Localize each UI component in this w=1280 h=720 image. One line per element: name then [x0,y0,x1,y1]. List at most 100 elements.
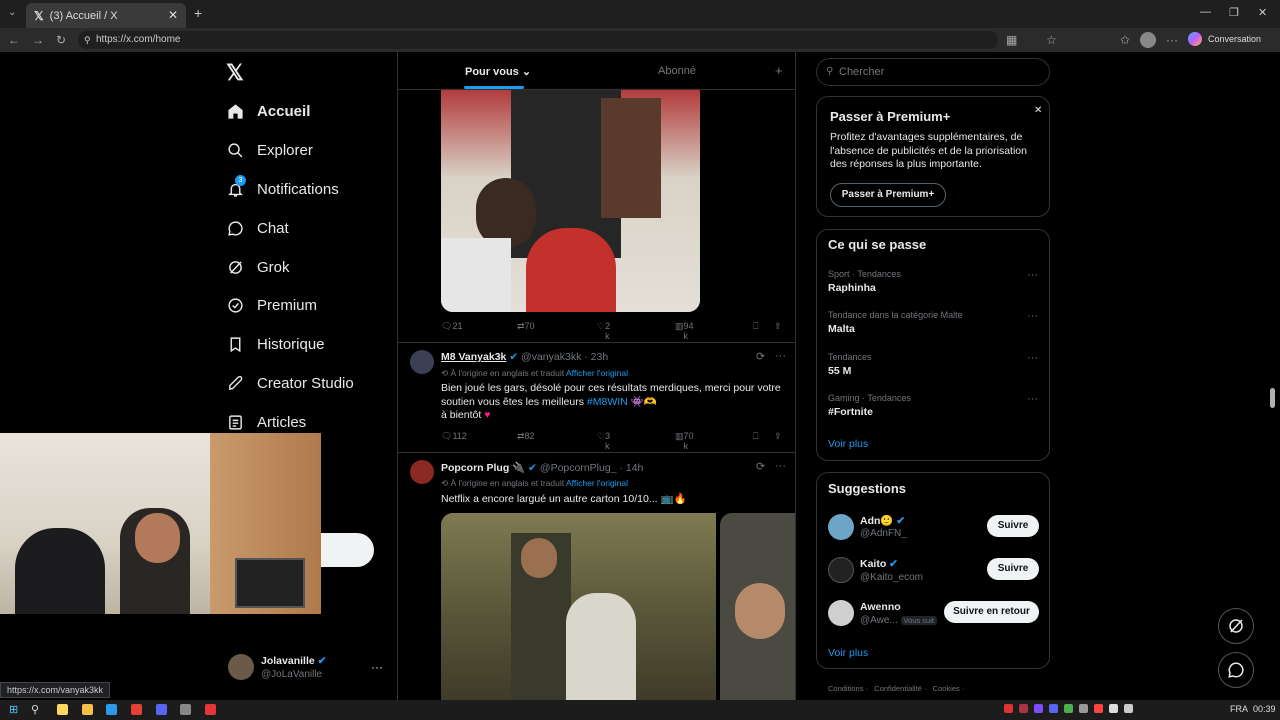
retweet-button[interactable]: ⇄ 82 [517,431,535,442]
tweet-avatar[interactable] [410,350,434,374]
bookmark-icon[interactable]: ⎕ [753,431,758,442]
trend-more-icon[interactable]: ··· [1027,310,1038,322]
close-tab-icon[interactable]: ✕ [168,8,178,22]
chrome-icon[interactable] [131,704,142,715]
suggestion-item[interactable]: Adn🙂 ✔ @AdnFN_ Suivre [828,511,1040,543]
tray-icon[interactable] [1049,704,1058,713]
more-icon[interactable]: ··· [775,460,786,472]
windows-start-icon[interactable]: ⊞ [9,703,18,716]
tweet-author[interactable]: Popcorn Plug [441,462,509,474]
follow-back-button[interactable]: Suivre en retour [944,601,1039,623]
tweet-handle[interactable]: @vanyak3kk [521,351,581,363]
trend-more-icon[interactable]: ··· [1027,352,1038,364]
grok-fab[interactable] [1218,608,1254,644]
grok-icon[interactable]: ⟳ [756,350,765,363]
footer-link[interactable]: Conditions [828,684,863,693]
tab-pour-vous[interactable]: Pour vous ⌄ [465,65,531,78]
nav-item-notifications[interactable]: 3 Notifications [226,174,339,204]
tray-icon[interactable] [1019,704,1028,713]
conversation-button[interactable]: Conversation [1208,34,1261,44]
tweet-author[interactable]: M8 Vanyak3k [441,351,506,363]
widgets-icon[interactable] [57,704,68,715]
bookmark-icon[interactable]: ⎕ [753,321,758,332]
chat-fab[interactable] [1218,652,1254,688]
back-icon[interactable]: ← [8,33,20,47]
nav-item-accueil[interactable]: Accueil [226,96,310,126]
tray-icon[interactable] [1109,704,1118,713]
tray-icon[interactable] [1034,704,1043,713]
grok-icon[interactable]: ⟳ [756,460,765,473]
search-input[interactable]: ⚲ Chercher [816,58,1050,86]
suggestion-item[interactable]: Kaito ✔ @Kaito_ecom Suivre [828,555,1040,587]
profile-avatar[interactable] [1140,32,1156,48]
forward-icon[interactable]: → [32,33,44,47]
maximize-icon[interactable]: ❐ [1229,6,1239,19]
retweet-button[interactable]: ⇄ 70 [517,321,535,332]
extension-icon[interactable]: ▦ [1006,33,1017,47]
site-info-icon[interactable]: ⚲ [84,31,91,49]
app-icon[interactable] [205,704,216,715]
reply-button[interactable]: 🗨 112 [441,431,467,442]
premium-button[interactable]: Passer à Premium+ [830,183,946,207]
copilot-icon[interactable] [1188,32,1202,46]
follow-button[interactable]: Suivre [987,515,1039,537]
favorite-icon[interactable]: ☆ [1046,33,1057,47]
hashtag-link[interactable]: #M8WIN [587,396,628,408]
minimize-icon[interactable]: — [1200,6,1211,18]
trend-more-icon[interactable]: ··· [1027,393,1038,405]
share-icon[interactable]: ⇪ [774,321,782,332]
tray-icon[interactable] [1094,704,1103,713]
url-field[interactable]: ⚲ https://x.com/home [78,31,998,49]
tweet-media-2[interactable] [720,513,795,700]
tweet-handle[interactable]: @PopcornPlug_ [540,462,617,474]
more-icon[interactable]: ··· [775,350,786,362]
tray-icon[interactable] [1079,704,1088,713]
suggestions-more-link[interactable]: Voir plus [828,647,868,659]
trend-item[interactable]: Tendances 55 M [828,352,872,377]
search-icon[interactable]: ⚲ [31,703,39,716]
discord-icon[interactable] [156,704,167,715]
show-original-link[interactable]: Afficher l'original [566,478,628,488]
footer-link[interactable]: Confidentialité [874,684,922,693]
nav-item-chat[interactable]: Chat [226,213,289,243]
reply-button[interactable]: 🗨 21 [441,321,462,332]
trends-more-link[interactable]: Voir plus [828,438,868,450]
obs-icon[interactable] [180,704,191,715]
profile-avatar[interactable] [228,654,254,680]
tray-icon[interactable] [1124,704,1133,713]
nav-item-creator-studio[interactable]: Creator Studio [226,368,354,398]
show-original-link[interactable]: Afficher l'original [566,368,628,378]
like-button[interactable]: ♡ 3 k [597,431,610,451]
tweet-avatar[interactable] [410,460,434,484]
tray-icon[interactable] [1064,704,1073,713]
nav-item-historique[interactable]: Historique [226,329,325,359]
menu-dots-icon[interactable]: ··· [1166,33,1178,47]
nav-item-premium[interactable]: Premium [226,290,317,320]
trend-item[interactable]: Sport · Tendances Raphinha [828,269,901,294]
tray-icon[interactable] [1004,704,1013,713]
profile-more-icon[interactable]: ··· [371,660,383,674]
trend-more-icon[interactable]: ··· [1027,269,1038,281]
views-button[interactable]: ▥ 70 k [675,431,694,451]
x-logo-icon[interactable]: 𝕏 [226,60,244,86]
like-button[interactable]: ♡ 2 k [597,321,610,341]
nav-item-grok[interactable]: Grok [226,252,290,282]
favorites-bar-icon[interactable]: ✩ [1120,33,1130,47]
language-indicator[interactable]: FRA [1230,704,1248,714]
tweet-media[interactable] [441,88,700,312]
tweet-time[interactable]: · 23h [584,351,608,363]
tweet-time[interactable]: · 14h [619,462,643,474]
trend-item[interactable]: Tendance dans la catégorie Malte Malta [828,310,963,335]
clock[interactable]: 00:39 [1253,704,1276,714]
close-icon[interactable]: ✕ [1034,105,1042,116]
tab-abonne[interactable]: Abonné [658,65,696,77]
scrollbar-thumb[interactable] [1270,388,1275,408]
close-window-icon[interactable]: ✕ [1258,6,1267,19]
views-button[interactable]: ▥ 94 k [675,321,694,341]
reload-icon[interactable]: ↻ [56,33,66,47]
share-icon[interactable]: ⇪ [774,431,782,442]
nav-item-explorer[interactable]: Explorer [226,135,313,165]
follow-button[interactable]: Suivre [987,558,1039,580]
trend-item[interactable]: Gaming · Tendances #Fortnite [828,393,911,418]
tab-list-icon[interactable]: ⌄ [8,7,16,18]
